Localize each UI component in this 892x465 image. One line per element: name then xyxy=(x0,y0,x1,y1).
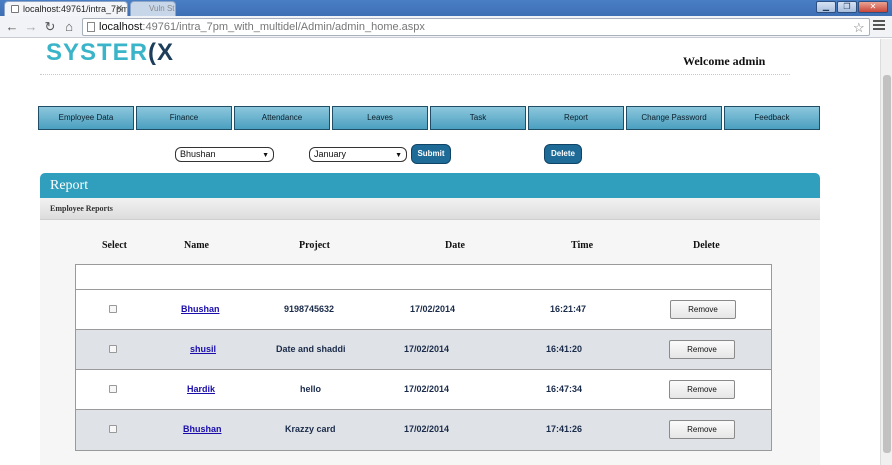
nav-task[interactable]: Task xyxy=(430,106,526,130)
remove-button[interactable]: Remove xyxy=(669,380,735,399)
main-nav: Employee Data Finance Attendance Leaves … xyxy=(38,106,820,130)
time-cell: 16:41:20 xyxy=(546,344,583,354)
table-row: Hardik hello 17/02/2014 16:47:34 Remove xyxy=(76,370,771,410)
nav-finance[interactable]: Finance xyxy=(136,106,232,130)
time-cell: 16:47:34 xyxy=(546,384,583,394)
reload-icon[interactable]: ↻ xyxy=(42,19,58,35)
menu-icon[interactable] xyxy=(873,20,885,32)
nav-feedback[interactable]: Feedback xyxy=(724,106,820,130)
col-time: Time xyxy=(571,240,594,251)
home-icon[interactable]: ⌂ xyxy=(61,19,77,35)
chevron-down-icon: ▼ xyxy=(395,152,402,159)
col-date: Date xyxy=(445,240,465,251)
row-checkbox[interactable] xyxy=(109,345,117,353)
remove-button[interactable]: Remove xyxy=(669,340,735,359)
report-grid: Bhushan 9198745632 17/02/2014 16:21:47 R… xyxy=(75,264,772,451)
nav-leaves[interactable]: Leaves xyxy=(332,106,428,130)
panel-title: Report xyxy=(40,173,820,198)
time-cell: 17:41:26 xyxy=(546,424,583,434)
delete-button[interactable]: Delete xyxy=(544,144,582,164)
address-bar[interactable]: localhost:49761/intra_7pm_with_multidel/… xyxy=(82,18,870,36)
submit-button[interactable]: Submit xyxy=(411,144,451,164)
bookmark-star-icon[interactable]: ☆ xyxy=(853,20,865,36)
panel-subtitle: Employee Reports xyxy=(40,198,820,220)
col-name: Name xyxy=(184,240,209,251)
date-cell: 17/02/2014 xyxy=(404,344,450,354)
project-cell: 9198745632 xyxy=(284,304,335,314)
date-cell: 17/02/2014 xyxy=(404,424,450,434)
col-delete: Delete xyxy=(693,240,720,251)
month-select[interactable]: January ▼ xyxy=(309,147,407,162)
col-project: Project xyxy=(299,240,330,251)
logo: SYSTER(X xyxy=(46,39,175,66)
row-checkbox[interactable] xyxy=(109,425,117,433)
browser-tab-inactive[interactable]: Vuln Study xyxy=(130,1,176,16)
table-row: Bhushan Krazzy card 17/02/2014 17:41:26 … xyxy=(76,410,771,450)
back-arrow-icon[interactable]: ← xyxy=(4,19,20,35)
url-path: :49761/intra_7pm_with_multidel/Admin/adm… xyxy=(142,21,425,33)
row-checkbox[interactable] xyxy=(109,385,117,393)
nav-employee-data[interactable]: Employee Data xyxy=(38,106,134,130)
header-divider xyxy=(40,74,790,75)
nav-attendance[interactable]: Attendance xyxy=(234,106,330,130)
project-cell: hello xyxy=(300,384,322,394)
welcome-text: Welcome admin xyxy=(683,54,766,68)
browser-toolbar: ← → ↻ ⌂ localhost:49761/intra_7pm_with_m… xyxy=(0,16,892,38)
remove-button[interactable]: Remove xyxy=(669,420,735,439)
page-icon xyxy=(87,22,95,32)
nav-report[interactable]: Report xyxy=(528,106,624,130)
scrollbar-thumb[interactable] xyxy=(883,75,891,453)
browser-tabstrip: localhost:49761/intra_7pm ✕ Vuln Study ▁… xyxy=(0,0,892,16)
tab-title-inactive: Vuln Study xyxy=(149,4,175,13)
project-cell: Krazzy card xyxy=(285,424,336,434)
forward-arrow-icon[interactable]: → xyxy=(23,19,39,35)
table-row: Bhushan 9198745632 17/02/2014 16:21:47 R… xyxy=(76,290,771,330)
date-cell: 17/02/2014 xyxy=(404,384,450,394)
minimize-icon[interactable]: ▁ xyxy=(816,1,836,13)
time-cell: 16:21:47 xyxy=(550,304,587,314)
window-close-icon[interactable]: ✕ xyxy=(858,1,888,13)
employee-select-value: Bhushan xyxy=(180,149,216,159)
row-checkbox[interactable] xyxy=(109,305,117,313)
tab-close-icon[interactable]: ✕ xyxy=(115,3,123,14)
employee-name-link[interactable]: Bhushan xyxy=(181,304,220,314)
project-cell: Date and shaddi xyxy=(276,344,346,354)
grid-header-spacer xyxy=(76,265,771,290)
employee-select[interactable]: Bhushan ▼ xyxy=(175,147,274,162)
employee-name-link[interactable]: Bhushan xyxy=(183,424,222,434)
nav-change-password[interactable]: Change Password xyxy=(626,106,722,130)
page-favicon-icon xyxy=(11,5,19,13)
maximize-icon[interactable]: ❐ xyxy=(837,1,857,13)
date-cell: 17/02/2014 xyxy=(410,304,456,314)
table-row: shusil Date and shaddi 17/02/2014 16:41:… xyxy=(76,330,771,370)
window-controls: ▁ ❐ ✕ xyxy=(816,1,888,13)
month-select-value: January xyxy=(314,149,347,159)
vertical-scrollbar[interactable] xyxy=(880,39,892,465)
tab-title: localhost:49761/intra_7pm xyxy=(23,4,128,14)
url-host: localhost xyxy=(99,21,143,33)
page-viewport: SYSTER(X Welcome admin Employee Data Fin… xyxy=(0,39,880,465)
col-select: Select xyxy=(102,240,127,251)
browser-tab-active[interactable]: localhost:49761/intra_7pm ✕ xyxy=(4,1,128,16)
employee-name-link[interactable]: shusil xyxy=(190,344,216,354)
remove-button[interactable]: Remove xyxy=(670,300,736,319)
chevron-down-icon: ▼ xyxy=(262,152,269,159)
employee-name-link[interactable]: Hardik xyxy=(187,384,215,394)
